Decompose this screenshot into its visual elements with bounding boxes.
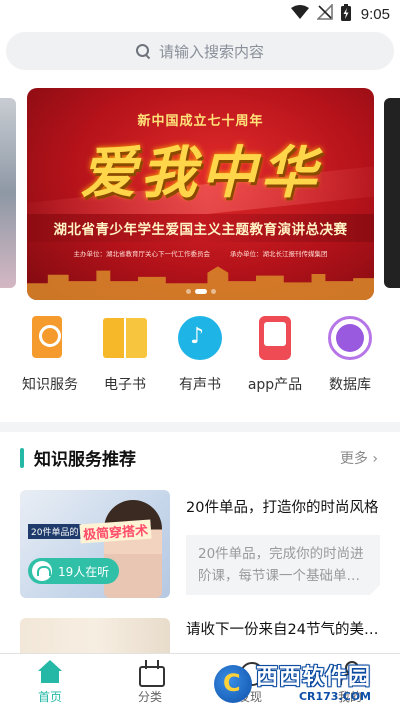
category-audiobook[interactable]: 有声书 [164,316,236,394]
status-bar: 9:05 [0,0,400,28]
nav-category[interactable]: 分类 [100,654,200,711]
recommend-title: 请收下一份来自24节气的美… [186,622,379,638]
carousel-dot [210,289,216,294]
app-product-icon [253,316,297,360]
banner-carousel[interactable]: 新中国成立七十周年 爱我中华 湖北省青少年学生爱国主义主题教育演讲总决赛 主办单… [0,88,400,316]
banner-slide[interactable]: 新中国成立七十周年 爱我中华 湖北省青少年学生爱国主义主题教育演讲总决赛 主办单… [27,88,374,300]
category-icon [137,660,165,687]
nav-label: 首页 [37,690,62,704]
recommend-item[interactable]: 20件单品的 极简穿搭术 19人在听 20件单品，打造你的时尚风格 20件单品，… [0,470,400,598]
category-ebook[interactable]: 电子书 [89,316,161,394]
recommend-description: 20件单品，完成你的时尚进阶课，每节课一个基础单… [186,535,380,595]
banner-organizer: 承办单位：湖北长江报刊传媒集团 [230,250,328,258]
wifi-icon [290,5,309,23]
section-title: 知识服务推荐 [20,445,136,470]
thumbnail-person-image [104,500,162,598]
category-label: app产品 [247,377,303,393]
category-database[interactable]: 数据库 [314,316,386,394]
search-icon [135,43,151,59]
banner-peek-next[interactable] [384,98,400,288]
watermark-domain: CR173.COM [298,689,372,703]
recommend-item[interactable]: 请收下一份来自24节气的美… [0,598,400,658]
site-watermark: 西西软件园 CR173.COM [214,663,386,705]
category-knowledge-service[interactable]: 知识服务 [14,316,86,394]
category-label: 电子书 [104,377,146,393]
category-label: 数据库 [329,377,371,393]
banner-headline: 爱我中华 [80,140,321,206]
status-time: 9:05 [360,5,390,23]
nav-home[interactable]: 首页 [0,654,100,711]
watermark-brand: 西西软件园 [256,664,372,690]
audiobook-icon [178,316,222,360]
search-placeholder: 请输入搜索内容 [158,42,264,61]
chevron-right-icon: › [372,450,378,467]
listeners-count: 19人在听 [58,564,110,579]
banner-host: 主办单位：湖北省教育厅关心下一代工作委员会 [73,250,211,258]
battery-charging-icon [340,3,351,25]
nav-label: 分类 [137,690,162,704]
database-icon [328,316,372,360]
more-label: 更多 [339,450,368,467]
watermark-logo-icon [214,665,252,703]
recommend-thumbnail: 20件单品的 极简穿搭术 19人在听 [20,490,170,598]
recommend-title: 20件单品，打造你的时尚风格 [186,500,379,516]
carousel-dot-active [194,289,207,294]
thumbnail-tag: 20件单品的 [28,524,82,539]
ebook-icon [103,316,147,360]
category-label: 知识服务 [22,377,78,393]
home-icon [37,660,63,684]
banner-organizers: 主办单位：湖北省教育厅关心下一代工作委员会 承办单位：湖北长江报刊传媒集团 [27,248,374,258]
section-accent-bar [20,447,24,468]
category-app-product[interactable]: app产品 [239,316,311,394]
headphones-icon [32,561,52,581]
category-label: 有声书 [179,377,221,393]
listeners-badge: 19人在听 [28,558,120,584]
section-title-text: 知识服务推荐 [34,450,136,470]
knowledge-service-icon [28,316,72,360]
carousel-dot [185,289,191,294]
no-signal-icon [315,3,333,24]
recommend-header: 知识服务推荐 更多 › [0,432,400,470]
more-link[interactable]: 更多 › [340,448,378,468]
section-divider [0,422,400,432]
banner-line2: 湖北省青少年学生爱国主义主题教育演讲总决赛 [53,222,348,238]
banner-line1: 新中国成立七十周年 [137,114,264,129]
search-bar[interactable]: 请输入搜索内容 [6,32,394,70]
banner-peek-previous[interactable] [0,98,16,288]
carousel-indicator [185,289,216,294]
recommend-thumbnail [20,618,170,658]
category-grid: 知识服务 电子书 有声书 app产品 数据库 [0,310,400,394]
